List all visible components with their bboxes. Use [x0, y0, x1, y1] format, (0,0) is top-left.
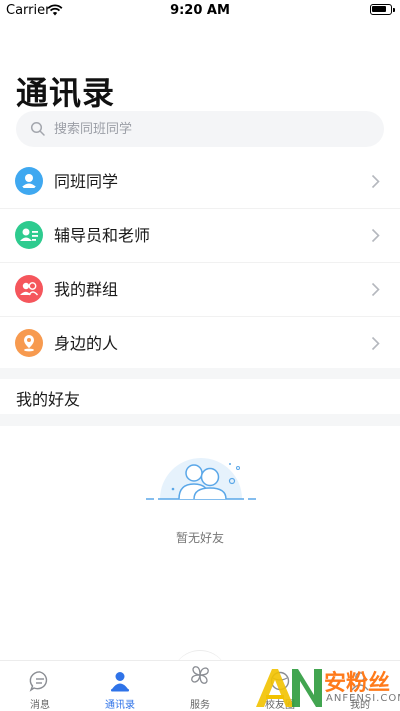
- nearby-icon: [15, 329, 43, 357]
- battery-icon: [370, 4, 395, 15]
- contacts-icon: [111, 672, 129, 692]
- watermark-logo: [256, 669, 322, 707]
- tab-messages[interactable]: 消息: [0, 661, 80, 711]
- search-bar[interactable]: [16, 111, 384, 147]
- menu-item-groups[interactable]: 我的群组: [0, 263, 400, 317]
- tab-label: 服务: [190, 700, 210, 711]
- menu-item-nearby[interactable]: 身边的人: [0, 317, 400, 371]
- tab-services[interactable]: 服务: [160, 661, 240, 711]
- chevron-right-icon: [371, 336, 380, 351]
- empty-friends-illustration: [146, 458, 256, 500]
- group-icon: [15, 275, 43, 303]
- page-title: 通讯录: [16, 74, 116, 112]
- chevron-right-icon: [371, 282, 380, 297]
- menu-item-label: 辅导员和老师: [54, 226, 151, 245]
- status-bar: Carrier 9:20 AM: [0, 0, 400, 22]
- teacher-icon: [15, 221, 43, 249]
- search-input[interactable]: [54, 111, 354, 147]
- menu-item-classmates[interactable]: 同班同学: [0, 155, 400, 209]
- watermark-en-text: ANFENSI.COM: [326, 693, 400, 704]
- search-icon: [30, 121, 45, 136]
- chevron-right-icon: [371, 228, 380, 243]
- menu-item-label: 身边的人: [54, 334, 119, 353]
- classmate-icon: [15, 167, 43, 195]
- tab-contacts[interactable]: 通讯录: [80, 661, 160, 711]
- tab-label: 消息: [30, 700, 50, 711]
- menu-item-label: 我的群组: [54, 280, 119, 299]
- friends-section-title: 我的好友: [16, 390, 81, 409]
- empty-state-text: 暂无好友: [175, 531, 224, 545]
- chevron-right-icon: [371, 174, 380, 189]
- tab-label: 通讯录: [105, 700, 135, 711]
- site-watermark: 安粉丝 ANFENSI.COM: [254, 663, 400, 710]
- section-divider: [0, 368, 400, 379]
- message-icon: [29, 671, 48, 692]
- services-icon: [191, 666, 209, 684]
- menu-item-label: 同班同学: [54, 172, 119, 191]
- section-divider: [0, 414, 400, 426]
- clock: 9:20 AM: [170, 3, 230, 18]
- contacts-menu: 同班同学 辅导员和老师 我的群组 身边的人: [0, 155, 400, 371]
- menu-item-teachers[interactable]: 辅导员和老师: [0, 209, 400, 263]
